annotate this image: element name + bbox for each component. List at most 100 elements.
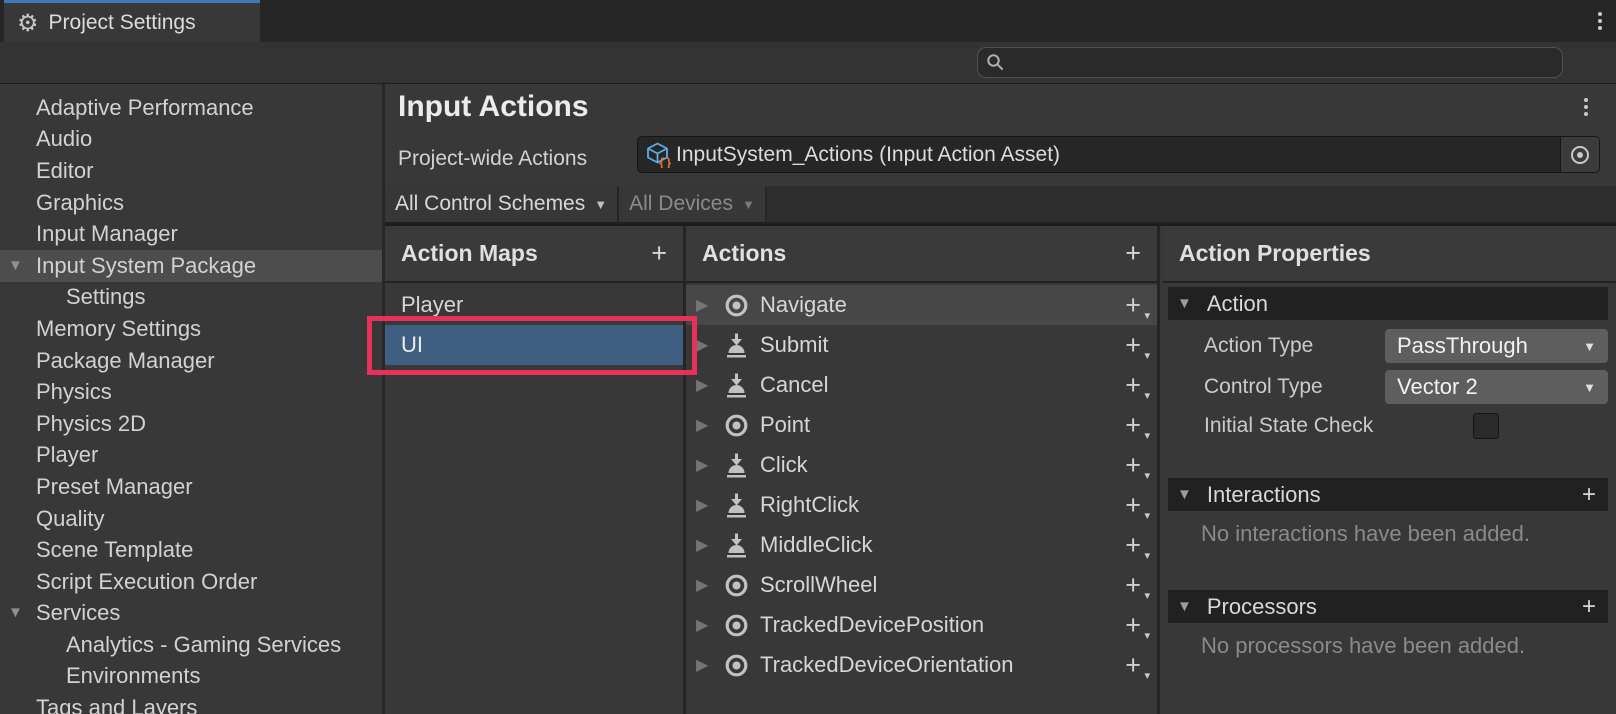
sidebar-item-scene-template[interactable]: Scene Template xyxy=(0,534,382,566)
foldout-open-icon[interactable]: ▼ xyxy=(8,604,23,621)
add-binding-button[interactable]: +▾ xyxy=(1125,332,1141,359)
svg-text:{}: {} xyxy=(658,156,671,168)
action-maps-list: PlayerUI xyxy=(385,285,683,365)
chevron-down-icon: ▾ xyxy=(1144,511,1150,522)
action-name: Submit xyxy=(760,332,1125,358)
action-row-trackeddeviceposition[interactable]: ▶TrackedDevicePosition+▾ xyxy=(686,605,1157,645)
interactions-section-header[interactable]: ▼ Interactions + xyxy=(1168,478,1608,511)
action-row-click[interactable]: ▶Click+▾ xyxy=(686,445,1157,485)
sidebar-item-settings[interactable]: Settings xyxy=(0,282,382,314)
window-more-options-button[interactable] xyxy=(1598,12,1602,30)
add-binding-button[interactable]: +▾ xyxy=(1125,292,1141,319)
action-row-navigate[interactable]: ▶Navigate+▾ xyxy=(686,285,1157,325)
project-settings-tab[interactable]: ⚙ Project Settings xyxy=(4,0,260,42)
add-processor-button[interactable]: + xyxy=(1582,593,1596,621)
add-binding-button[interactable]: +▾ xyxy=(1125,372,1141,399)
sidebar-item-player[interactable]: Player xyxy=(0,440,382,472)
add-binding-button[interactable]: +▾ xyxy=(1125,532,1141,559)
sidebar-item-tags-and-layers[interactable]: Tags and Layers xyxy=(0,692,382,714)
sidebar-item-editor[interactable]: Editor xyxy=(0,155,382,187)
sidebar-item-graphics[interactable]: Graphics xyxy=(0,187,382,219)
add-binding-button[interactable]: +▾ xyxy=(1125,412,1141,439)
sidebar-item-physics-2d[interactable]: Physics 2D xyxy=(0,408,382,440)
kebab-menu-icon xyxy=(1584,98,1588,102)
foldout-closed-icon[interactable]: ▶ xyxy=(696,415,720,435)
foldout-closed-icon[interactable]: ▶ xyxy=(696,335,720,355)
sidebar-item-quality[interactable]: Quality xyxy=(0,503,382,535)
object-picker-button[interactable] xyxy=(1560,137,1599,172)
processors-section-header[interactable]: ▼ Processors + xyxy=(1168,590,1608,623)
object-picker-icon xyxy=(1569,144,1591,166)
add-binding-button[interactable]: +▾ xyxy=(1125,492,1141,519)
sidebar-item-input-system-package[interactable]: ▼ Input System Package xyxy=(0,250,382,282)
foldout-closed-icon[interactable]: ▶ xyxy=(696,575,720,595)
action-row-trackeddeviceorientation[interactable]: ▶TrackedDeviceOrientation+▾ xyxy=(686,645,1157,685)
control-schemes-label: All Control Schemes xyxy=(395,192,585,216)
sidebar-item-script-execution-order[interactable]: Script Execution Order xyxy=(0,566,382,598)
add-binding-button[interactable]: +▾ xyxy=(1125,572,1141,599)
sidebar-item-adaptive-performance[interactable]: Adaptive Performance xyxy=(0,92,382,124)
input-actions-panel: Input Actions Project-wide Actions {} In… xyxy=(385,84,1616,714)
add-action-map-button[interactable]: + xyxy=(651,240,667,267)
search-field[interactable] xyxy=(977,47,1563,78)
button-control-icon xyxy=(720,332,753,359)
action-section-header[interactable]: ▼ Action xyxy=(1168,287,1608,320)
action-map-row-player[interactable]: Player xyxy=(385,285,683,325)
foldout-closed-icon[interactable]: ▶ xyxy=(696,375,720,395)
sidebar-item-services[interactable]: ▼Services xyxy=(0,598,382,630)
search-input[interactable] xyxy=(1011,51,1562,74)
foldout-open-icon[interactable]: ▼ xyxy=(8,257,23,274)
add-binding-button[interactable]: +▾ xyxy=(1125,612,1141,639)
sidebar-item-analytics-gaming-services[interactable]: Analytics - Gaming Services xyxy=(0,629,382,661)
add-action-button[interactable]: + xyxy=(1125,240,1141,267)
foldout-closed-icon[interactable]: ▶ xyxy=(696,455,720,475)
add-binding-button[interactable]: +▾ xyxy=(1125,452,1141,479)
action-name: Point xyxy=(760,412,1125,438)
action-row-cancel[interactable]: ▶Cancel+▾ xyxy=(686,365,1157,405)
add-interaction-button[interactable]: + xyxy=(1582,481,1596,509)
sidebar-item-label: Script Execution Order xyxy=(36,569,257,595)
chevron-down-icon: ▾ xyxy=(1144,391,1150,402)
button-control-icon xyxy=(720,452,753,479)
foldout-closed-icon[interactable]: ▶ xyxy=(696,495,720,515)
action-type-label: Action Type xyxy=(1204,334,1313,358)
chevron-down-icon: ▼ xyxy=(594,197,607,212)
foldout-closed-icon[interactable]: ▶ xyxy=(696,535,720,555)
sidebar-item-label: Physics xyxy=(36,379,112,405)
control-schemes-dropdown[interactable]: All Control Schemes ▼ xyxy=(385,186,619,222)
sidebar-item-environments[interactable]: Environments xyxy=(0,661,382,693)
chevron-down-icon: ▼ xyxy=(742,197,755,212)
value-control-icon xyxy=(720,612,753,639)
foldout-closed-icon[interactable]: ▶ xyxy=(696,295,720,315)
input-actions-columns: Action Maps + PlayerUI Actions + ▶Naviga… xyxy=(385,224,1616,714)
project-wide-actions-label: Project-wide Actions xyxy=(398,147,587,171)
action-row-middleclick[interactable]: ▶MiddleClick+▾ xyxy=(686,525,1157,565)
initial-state-checkbox[interactable] xyxy=(1473,413,1499,439)
action-maps-column: Action Maps + PlayerUI xyxy=(385,226,686,714)
action-type-dropdown[interactable]: PassThrough ▼ xyxy=(1385,329,1608,363)
devices-dropdown[interactable]: All Devices ▼ xyxy=(619,186,767,222)
sidebar-item-label: Player xyxy=(36,442,98,468)
control-type-label: Control Type xyxy=(1204,375,1323,399)
action-map-row-ui[interactable]: UI xyxy=(385,325,683,365)
add-binding-button[interactable]: +▾ xyxy=(1125,652,1141,679)
action-row-submit[interactable]: ▶ Submit+▾ xyxy=(686,325,1157,365)
foldout-closed-icon[interactable]: ▶ xyxy=(696,655,720,675)
chevron-down-icon: ▾ xyxy=(1144,591,1150,602)
sidebar-item-input-manager[interactable]: Input Manager xyxy=(0,218,382,250)
project-wide-actions-object-field[interactable]: {} InputSystem_Actions (Input Action Ass… xyxy=(637,136,1600,173)
tab-title: Project Settings xyxy=(49,11,196,35)
control-type-dropdown[interactable]: Vector 2 ▼ xyxy=(1385,370,1608,404)
input-actions-more-options-button[interactable] xyxy=(1584,98,1588,116)
action-row-scrollwheel[interactable]: ▶ScrollWheel+▾ xyxy=(686,565,1157,605)
sidebar-item-audio[interactable]: Audio xyxy=(0,124,382,156)
action-row-point[interactable]: ▶ Point+▾ xyxy=(686,405,1157,445)
sidebar-item-preset-manager[interactable]: Preset Manager xyxy=(0,471,382,503)
sidebar-item-label: Input System Package xyxy=(36,253,256,279)
foldout-closed-icon[interactable]: ▶ xyxy=(696,615,720,635)
sidebar-item-memory-settings[interactable]: Memory Settings xyxy=(0,313,382,345)
input-action-asset-icon: {} xyxy=(644,141,671,168)
action-row-rightclick[interactable]: ▶RightClick+▾ xyxy=(686,485,1157,525)
sidebar-item-package-manager[interactable]: Package Manager xyxy=(0,345,382,377)
sidebar-item-physics[interactable]: Physics xyxy=(0,376,382,408)
